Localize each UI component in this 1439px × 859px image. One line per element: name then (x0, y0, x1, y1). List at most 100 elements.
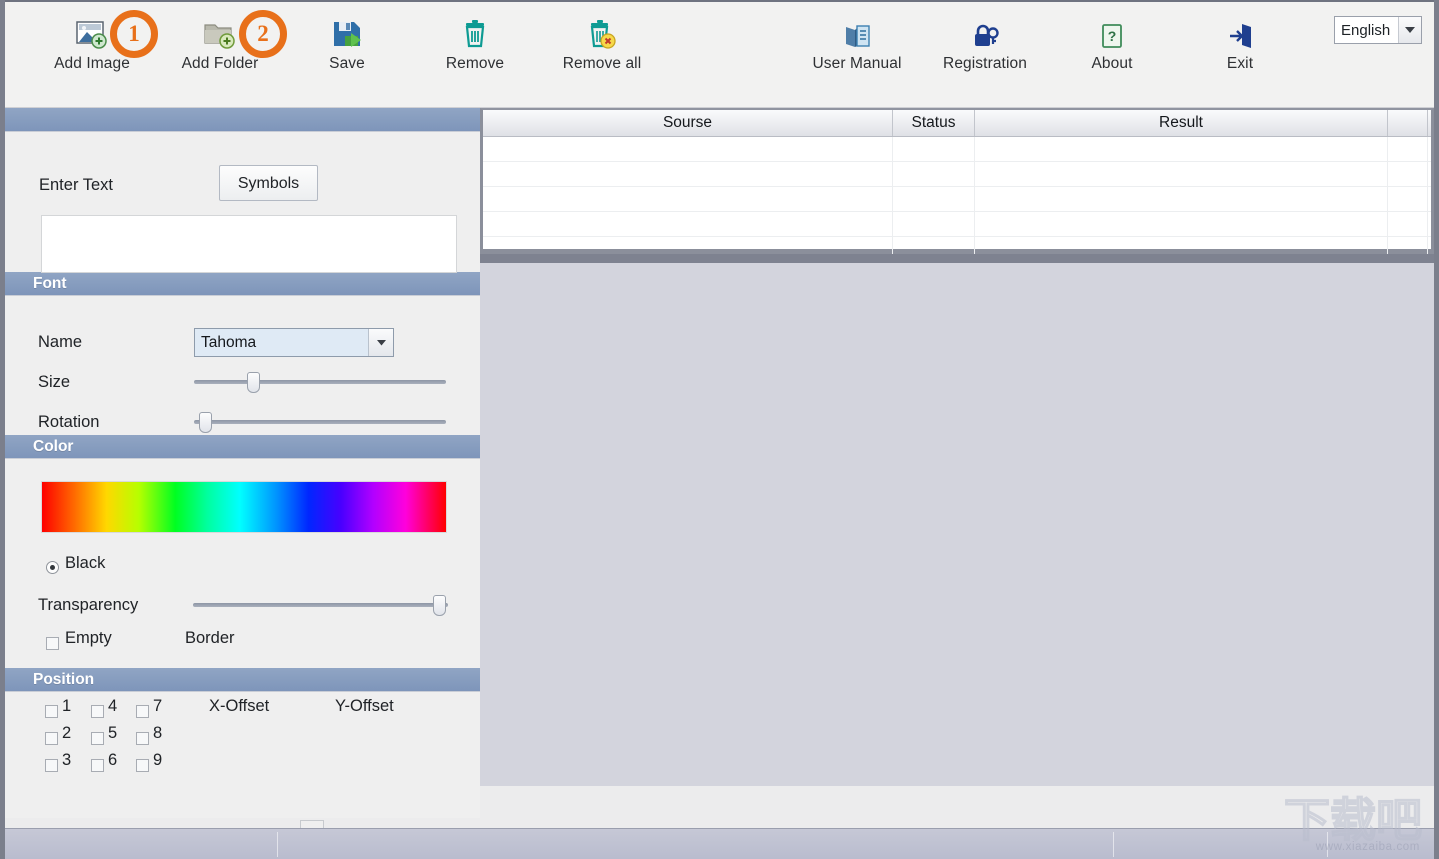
hue-spectrum-picker[interactable] (41, 481, 447, 533)
color-section-header: Color (5, 435, 480, 459)
status-bar (5, 828, 1434, 859)
cell-result (975, 187, 1388, 211)
position-label-5: 5 (108, 724, 118, 742)
position-checkbox-4[interactable] (91, 705, 104, 718)
font-name-label: Name (38, 333, 83, 351)
font-name-value: Tahoma (201, 333, 257, 351)
cell-result (975, 162, 1388, 186)
font-size-slider[interactable] (194, 371, 446, 393)
color-black-radio[interactable] (46, 561, 59, 574)
position-checkbox-3[interactable] (45, 759, 58, 772)
position-label-1: 1 (62, 697, 72, 715)
chevron-down-icon[interactable] (1398, 17, 1421, 43)
status-divider (1113, 832, 1114, 857)
position-checkbox-7[interactable] (136, 705, 149, 718)
position-label-8: 8 (153, 724, 163, 742)
cell-extra (1388, 137, 1428, 161)
enter-text-label: Enter Text (39, 176, 113, 194)
table-row[interactable] (483, 137, 1431, 162)
position-checkbox-6[interactable] (91, 759, 104, 772)
font-name-select[interactable]: Tahoma (194, 328, 394, 357)
cell-sourse (483, 137, 893, 161)
toolbar-button-registration[interactable]: Registration (920, 10, 1050, 73)
y-offset-label: Y-Offset (335, 697, 394, 715)
cell-sourse (483, 212, 893, 236)
toolbar-label: About (1091, 55, 1133, 72)
x-offset-label: X-Offset (209, 697, 270, 715)
language-select[interactable]: English (1334, 16, 1422, 44)
question-book-icon: ? (1047, 10, 1177, 50)
position-checkbox-9[interactable] (136, 759, 149, 772)
column-header-extra[interactable] (1388, 110, 1428, 136)
toolbar-label: Remove all (562, 55, 642, 72)
status-divider (1327, 832, 1328, 857)
slider-thumb[interactable] (199, 412, 212, 433)
transparency-label: Transparency (38, 596, 139, 614)
cell-result (975, 212, 1388, 236)
font-rotation-slider[interactable] (194, 411, 446, 433)
position-label-7: 7 (153, 697, 163, 715)
position-checkbox-5[interactable] (91, 732, 104, 745)
text-section-header (5, 108, 480, 132)
cell-extra (1388, 212, 1428, 236)
slider-thumb[interactable] (433, 595, 446, 616)
toolbar-label: Registration (943, 55, 1027, 72)
slider-thumb[interactable] (247, 372, 260, 393)
symbols-button[interactable]: Symbols (219, 165, 318, 201)
toolbar-button-remove-all[interactable]: Remove all (537, 10, 667, 73)
image-preview-area[interactable] (480, 254, 1434, 786)
key-lock-icon (920, 10, 1050, 50)
annotation-badge-2: 2 (239, 10, 287, 58)
color-section-body: Black Transparency Empty Border (5, 459, 480, 668)
cell-extra (1388, 187, 1428, 211)
empty-checkbox[interactable] (46, 637, 59, 650)
svg-text:?: ? (1108, 28, 1117, 44)
column-header-status[interactable]: Status (893, 110, 975, 136)
file-list-table: Sourse Status Result (480, 108, 1434, 262)
position-label-4: 4 (108, 697, 118, 715)
toolbar-label: Exit (1226, 55, 1254, 72)
font-size-label: Size (38, 373, 71, 391)
position-section-body: 1 4 7 2 5 8 3 6 9 X-Offset Y-Offset (5, 692, 480, 818)
position-label-9: 9 (153, 751, 163, 769)
cell-status (893, 212, 975, 236)
status-divider (277, 832, 278, 857)
toolbar-label: Remove (445, 55, 505, 72)
cell-status (893, 162, 975, 186)
save-icon (282, 10, 412, 50)
language-select-value: English (1341, 21, 1391, 39)
toolbar-button-remove[interactable]: Remove (410, 10, 540, 73)
chevron-down-icon[interactable] (368, 329, 393, 356)
toolbar-button-exit[interactable]: Exit (1175, 10, 1305, 73)
toolbar-label: Save (329, 55, 365, 72)
position-checkbox-1[interactable] (45, 705, 58, 718)
toolbar-button-about[interactable]: ? About (1047, 10, 1177, 73)
border-label: Border (185, 629, 235, 647)
position-label-2: 2 (62, 724, 72, 742)
cell-status (893, 187, 975, 211)
table-header-row: Sourse Status Result (483, 110, 1431, 137)
column-header-result[interactable]: Result (975, 110, 1388, 136)
table-row[interactable] (483, 187, 1431, 212)
watermark-text-input[interactable] (41, 215, 457, 273)
position-checkbox-2[interactable] (45, 732, 58, 745)
column-header-sourse[interactable]: Sourse (483, 110, 893, 136)
transparency-slider[interactable] (193, 594, 448, 616)
trash-all-icon (537, 10, 667, 50)
annotation-badge-1: 1 (110, 10, 158, 58)
toolbar-label: User Manual (812, 55, 902, 72)
cell-result (975, 137, 1388, 161)
cell-sourse (483, 187, 893, 211)
book-icon (792, 10, 922, 50)
font-section-body: Name Tahoma Size Rotation (5, 296, 480, 435)
cell-sourse (483, 162, 893, 186)
position-checkbox-8[interactable] (136, 732, 149, 745)
toolbar-button-save[interactable]: Save (282, 10, 412, 73)
slider-track (193, 603, 448, 607)
toolbar-button-user-manual[interactable]: User Manual (792, 10, 922, 73)
exit-door-icon (1175, 10, 1305, 50)
table-row[interactable] (483, 212, 1431, 237)
table-row[interactable] (483, 162, 1431, 187)
font-rotation-label: Rotation (38, 413, 100, 431)
position-label-6: 6 (108, 751, 118, 769)
